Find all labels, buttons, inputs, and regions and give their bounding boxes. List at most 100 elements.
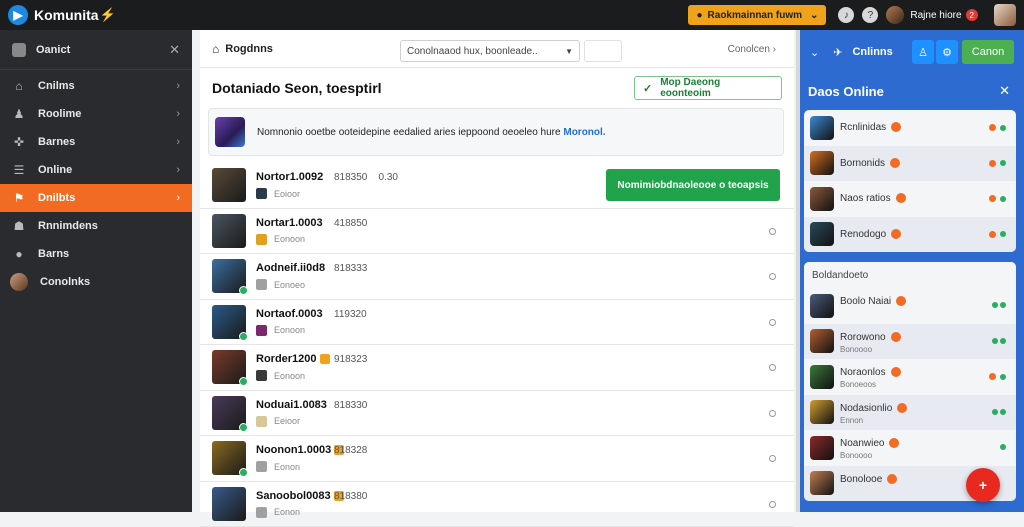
player-list: Nortor1.0092818350 0.30EoioorNortar1.000…	[200, 163, 794, 527]
list-item[interactable]: Bornonids	[804, 146, 1016, 182]
radio-icon[interactable]	[769, 228, 776, 235]
notification-badge: 2	[966, 9, 978, 21]
app-logo[interactable]: ▶ Komunita ⚡	[8, 5, 116, 25]
user-name[interactable]: Rajne hiore	[910, 10, 961, 21]
player-score-text: 418850	[334, 218, 367, 229]
info-banner: Nomnonio ooetbe ooteidepine eedalied ari…	[208, 108, 784, 156]
friends-card: Boldandoeto Boolo NaiaiRorowonoBonooooNo…	[804, 262, 1016, 501]
friend-name-text: Bonolooe	[840, 474, 882, 485]
promo-button[interactable]: ● Raokmainnan fuwm ⌄	[688, 5, 826, 25]
sidebar-item-label: Roolime	[38, 108, 81, 120]
friend-name: Noraonlos	[840, 367, 901, 378]
player-name: Nortaof.0003	[256, 308, 323, 320]
friend-name: Nodasionlio	[840, 403, 907, 414]
map-button[interactable]: ✓ Mop Daeong eoonteoim	[634, 76, 782, 100]
player-sub: Eonoon	[256, 325, 305, 336]
player-sub-text: Eonoeo	[274, 280, 305, 290]
flag-icon: ⚑	[12, 191, 26, 205]
player-sub: Eoioor	[256, 188, 300, 199]
home-icon[interactable]: ⌂	[212, 42, 219, 56]
list-item[interactable]: NodasionlioEnnon	[804, 395, 1016, 431]
avatar	[212, 305, 246, 339]
friend-sub: Bonoooo	[840, 451, 872, 460]
tab-online[interactable]: Cnlinns	[852, 46, 892, 58]
header-right-label: Conolcen	[728, 44, 770, 55]
table-row[interactable]: Aodneif.ii0d8818333Eonoeo	[200, 254, 794, 300]
status-icon	[891, 122, 901, 132]
breadcrumb[interactable]: Rogdnns	[225, 43, 273, 55]
list-item[interactable]: Boolo Naiai	[804, 288, 1016, 324]
radio-icon[interactable]	[769, 455, 776, 462]
filter-select[interactable]: Conolnaaod hux, boonleade.. ▼	[400, 40, 580, 62]
gear-icon[interactable]: ⚙	[936, 40, 958, 64]
radio-icon[interactable]	[769, 273, 776, 280]
avatar	[212, 214, 246, 248]
sidebar-item-cnilms[interactable]: ⌂ Cnilms ›	[0, 72, 192, 100]
list-item[interactable]: Rcnlinidas	[804, 110, 1016, 146]
radio-icon[interactable]	[769, 364, 776, 371]
game-icon	[256, 279, 267, 290]
chevron-down-icon[interactable]: ⌄	[810, 46, 819, 59]
bell-icon[interactable]: ♪	[838, 7, 854, 23]
status-indicator	[990, 338, 1006, 344]
info-link[interactable]: Moronol.	[563, 127, 605, 138]
table-row[interactable]: Rorder1200918323Eonoon	[200, 345, 794, 391]
avatar	[212, 168, 246, 202]
sidebar-item-label: Rnnimdens	[38, 220, 98, 232]
status-icon	[896, 296, 906, 306]
avatar	[810, 471, 834, 495]
sidebar-item-online[interactable]: ☰ Online ›	[0, 156, 192, 184]
player-score: 119320	[334, 309, 367, 320]
action-button[interactable]: Nomimiobdnaoleooe o teoapsis	[606, 169, 780, 201]
close-icon[interactable]: ✕	[999, 83, 1010, 99]
avatar	[810, 294, 834, 318]
help-icon[interactable]: ?	[862, 7, 878, 23]
list-item[interactable]: Rorowono Bonoooo	[804, 324, 1016, 360]
friend-name-text: Renodogo	[840, 229, 886, 240]
list-item[interactable]: NoanwieoBonoooo	[804, 430, 1016, 466]
table-row[interactable]: Sanoobol0083818380Eonon	[200, 482, 794, 527]
table-row[interactable]: Noonon1.0003818328Eonon	[200, 436, 794, 482]
friend-name: Naos ratios	[840, 193, 906, 204]
sidebar-item-label: Barnes	[38, 136, 75, 148]
player-sub: Eonon	[256, 507, 300, 518]
table-row[interactable]: Nortaof.0003 119320 Eonoon	[200, 300, 794, 346]
list-item[interactable]: Naos ratios	[804, 181, 1016, 217]
chat-fab-button[interactable]: +	[966, 468, 1000, 502]
list-item[interactable]: Renodogo	[804, 217, 1016, 253]
sidebar-item-barns[interactable]: ● Barns	[0, 240, 192, 268]
search-input[interactable]	[584, 40, 622, 62]
friend-sub: Bonoooo	[840, 345, 872, 354]
filter-value: Conolnaaod hux, boonleade..	[407, 46, 538, 57]
game-icon	[256, 234, 267, 245]
avatar	[810, 222, 834, 246]
table-row[interactable]: Noduai1.0083818330Eeioor	[200, 391, 794, 437]
sidebar-item-conolnks[interactable]: Conolnks	[0, 268, 192, 296]
status-indicator	[998, 444, 1006, 450]
sidebar-item-rnnimdens[interactable]: ☗ Rnnimdens	[0, 212, 192, 240]
radio-icon[interactable]	[769, 319, 776, 326]
sidebar-item-barnes[interactable]: ✜ Barnes ›	[0, 128, 192, 156]
friend-name-text: Rorowono	[840, 332, 886, 343]
warning-icon	[320, 354, 330, 364]
player-name-text: Aodneif.ii0d8	[256, 262, 325, 274]
header-right-link[interactable]: Conolcen ›	[728, 44, 776, 55]
status-icon	[896, 193, 906, 203]
sidebar-item-label: Online	[38, 164, 72, 176]
user-avatar[interactable]	[886, 6, 904, 24]
close-icon[interactable]: ✕	[169, 42, 180, 58]
person-icon[interactable]: ♙	[912, 40, 934, 64]
profile-avatar[interactable]	[994, 4, 1016, 26]
radio-icon[interactable]	[769, 501, 776, 508]
player-score: 818328	[334, 445, 367, 456]
player-sub-text: Eonoon	[274, 371, 305, 381]
list-item[interactable]: NoraonlosBonoeoos	[804, 359, 1016, 395]
plane-icon: ✈	[833, 46, 842, 59]
canon-button[interactable]: Canon	[962, 40, 1014, 64]
coin-icon: ●	[696, 10, 702, 21]
radio-icon[interactable]	[769, 410, 776, 417]
player-name-text: Nortor1.0092	[256, 171, 323, 183]
table-row[interactable]: Nortar1.0003418850Eonoon	[200, 209, 794, 255]
sidebar-item-roolime[interactable]: ♟ Roolime ›	[0, 100, 192, 128]
sidebar-item-dnilbts[interactable]: ⚑ Dnilbts ›	[0, 184, 192, 212]
